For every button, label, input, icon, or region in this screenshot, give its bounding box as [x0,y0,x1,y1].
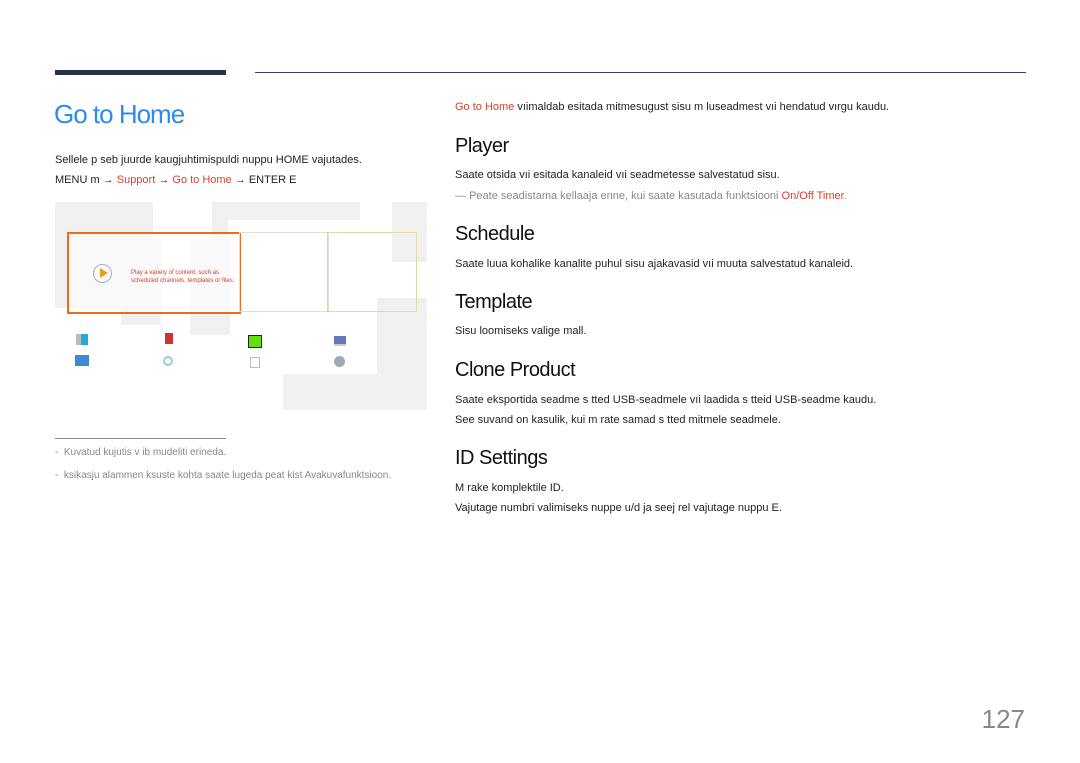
ticker-icon[interactable] [250,357,260,368]
section-heading-template: Template [455,291,533,313]
go-home-link[interactable]: Go to Home [172,174,231,186]
on-off-timer-icon[interactable] [163,356,173,366]
notes-rule [55,438,226,439]
section-heading-schedule: Schedule [455,223,535,245]
intro-text: Sellele p seb juurde kaugjuhtimispuldi n… [55,154,362,166]
menu-path: MENU m → Support → Go to Home → ENTER E [55,174,297,186]
schedule-tile[interactable] [239,232,329,312]
template-tile[interactable] [327,232,417,312]
id-settings-icon[interactable] [165,333,173,344]
picture-mode-icon[interactable] [75,355,89,366]
clone-product-icon[interactable] [76,334,88,345]
section-text: Saate luua kohalike kanalite puhul sisu … [455,258,854,270]
enter-key: ENTER E [248,174,297,186]
page-number: 127 [981,704,1025,734]
header-rule [255,72,1026,73]
play-icon [93,264,112,283]
on-off-timer-link[interactable]: On/Off Timer [782,190,844,202]
tile-description: Play a variety of content, such as [131,270,220,276]
right-intro: Go to Home vıimaldab esitada mitmesugust… [455,101,890,113]
home-screen-screenshot: Play a variety of content, such as sched… [55,200,427,412]
arrow: → [102,174,114,186]
more-settings-icon[interactable] [334,356,345,367]
video-wall-icon[interactable] [248,335,262,348]
header-bar [55,70,226,75]
manual-page: Go to Home Sellele p seb juurde kaugjuht… [0,0,1080,763]
section-text: Saate eksportida seadme s tted USB-seadm… [455,394,877,406]
menu-key: MENU m [55,174,100,186]
section-text: Sisu loomiseks valige mall. [455,325,587,337]
network-status-icon[interactable] [334,336,346,346]
go-home-link[interactable]: Go to Home [455,101,514,113]
section-text: See suvand on kasulik, kui m rate samad … [455,414,781,426]
page-title: Go to Home [54,99,185,129]
section-text: M rake komplektile ID. [455,482,564,494]
section-heading-id-settings: ID Settings [455,447,548,469]
arrow: → [234,174,246,186]
section-heading-player: Player [455,135,509,157]
arrow: → [158,174,170,186]
player-tile[interactable]: Play a variety of content, such as sched… [67,232,241,314]
tile-description: scheduled channels, templates or files. [131,278,235,284]
note-item: - Kuvatud kujutis v ib mudeliti erineda. [55,447,227,458]
player-note: — Peate seadistama kellaaja enne, kui sa… [455,190,847,202]
section-text: Vajutage numbri valimiseks nuppe u/d ja … [455,502,782,514]
section-text: Saate otsida vıi esitada kanaleid vıi se… [455,169,780,181]
note-item: - ksikasju alammen ksuste kohta saate lu… [55,470,392,481]
support-link[interactable]: Support [117,174,156,186]
section-heading-clone-product: Clone Product [455,359,576,381]
